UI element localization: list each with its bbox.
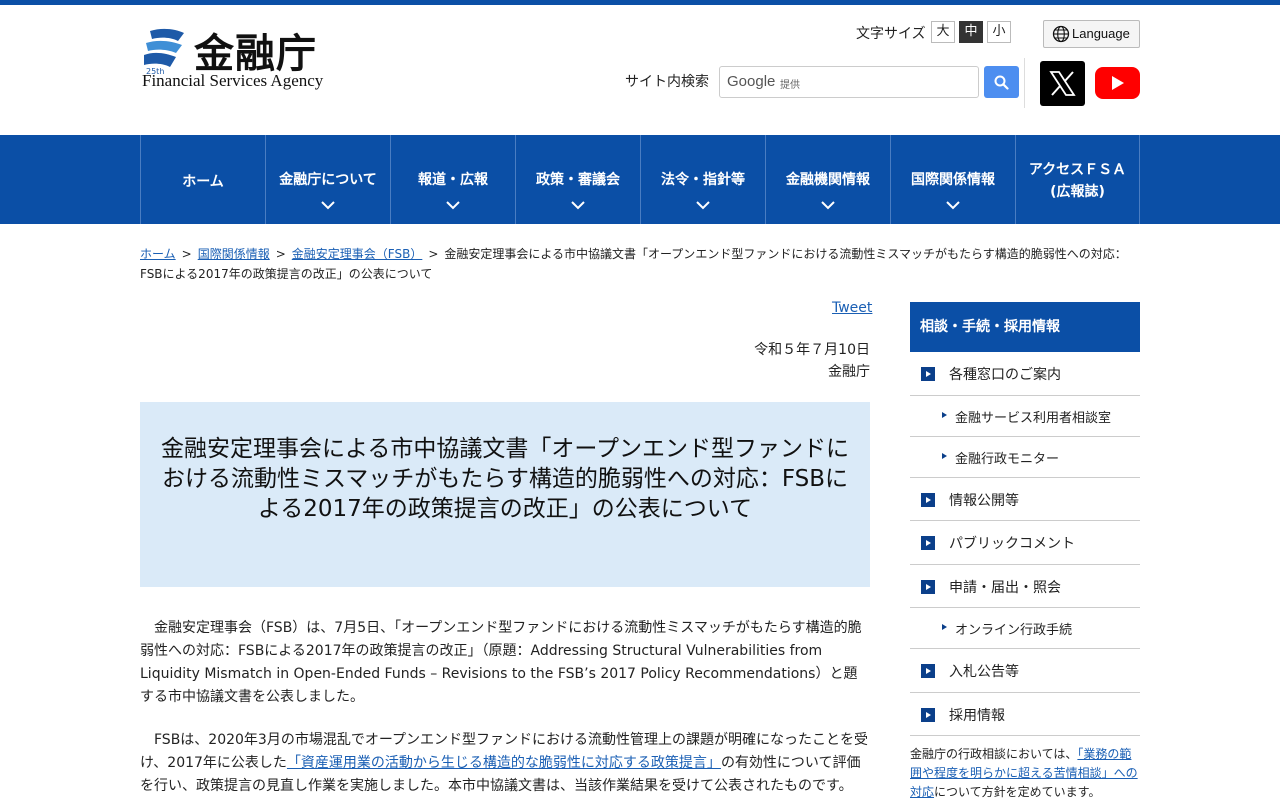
sidebar-note-text-b: について方針を定めています。: [934, 785, 1101, 799]
nav-international[interactable]: 国際関係情報: [890, 135, 1015, 224]
nav-laws-label: 法令・指針等: [661, 172, 745, 188]
nav-access-fsa-labels: アクセスＦＳＡ (広報誌): [1016, 159, 1139, 203]
nav-home[interactable]: ホーム: [140, 135, 265, 224]
tweet-link[interactable]: Tweet: [832, 300, 872, 316]
arrow-square-icon: [921, 536, 935, 550]
chevron-down-icon: [571, 201, 585, 210]
breadcrumb-separator: >: [275, 247, 286, 261]
chevron-down-icon: [946, 201, 960, 210]
breadcrumb-current: 金融安定理事会による市中協議文書「オープンエンド型ファンドにおける流動性ミスマッ…: [140, 247, 1127, 281]
sidebar-item-label: 各種窓口のご案内: [949, 367, 1061, 383]
nav-access-fsa-label: アクセスＦＳＡ: [1028, 162, 1127, 178]
sidebar-item-disclosure[interactable]: 情報公開等: [910, 478, 1140, 521]
nav-institutions-label: 金融機関情報: [786, 172, 870, 188]
arrow-square-icon: [921, 367, 935, 381]
publication-date: 令和５年７月10日: [754, 342, 870, 358]
triangle-right-icon: [942, 624, 947, 630]
sidebar-item-applications[interactable]: 申請・届出・照会: [910, 565, 1140, 608]
sidebar-subitem-label: 金融サービス利用者相談室: [955, 411, 1112, 426]
site-search-label: サイト内検索: [625, 74, 709, 90]
sidebar-item-label: 入札公告等: [949, 664, 1019, 680]
nav-press-label: 報道・広報: [418, 172, 488, 188]
sidebar-item-label: パブリックコメント: [949, 536, 1075, 552]
nav-press[interactable]: 報道・広報: [390, 135, 515, 224]
sidebar-heading: 相談・手続・採用情報: [910, 302, 1140, 352]
search-button[interactable]: [984, 66, 1019, 98]
nav-laws[interactable]: 法令・指針等: [640, 135, 765, 224]
arrow-square-icon: [921, 664, 935, 678]
fsa-emblem-icon: 25th: [144, 28, 184, 75]
breadcrumb-home-link[interactable]: ホーム: [140, 247, 176, 261]
font-size-medium-button[interactable]: 中: [959, 21, 983, 43]
header-divider: [1024, 58, 1025, 108]
sidebar-item-label: 情報公開等: [949, 493, 1019, 509]
sidebar-item-bidding[interactable]: 入札公告等: [910, 649, 1140, 693]
nav-policy-label: 政策・審議会: [536, 172, 620, 188]
breadcrumb-fsb-link[interactable]: 金融安定理事会（FSB）: [292, 247, 423, 261]
x-social-button[interactable]: [1040, 61, 1085, 106]
sidebar-note-text-a: 金融庁の行政相談においては、: [910, 747, 1078, 761]
sidebar-item-label: 採用情報: [949, 708, 1005, 724]
publication-issuer: 金融庁: [828, 364, 870, 380]
site-header: 25th 金融庁 Financial Services Agency 文字サイズ…: [0, 5, 1280, 135]
font-size-label: 文字サイズ: [856, 26, 926, 42]
breadcrumb-separator: >: [181, 247, 192, 261]
nav-home-label: ホーム: [182, 174, 224, 190]
policy-recommendations-link[interactable]: 「資産運用業の活動から生じる構造的な脆弱性に対応する政策提言」: [287, 755, 721, 771]
nav-about[interactable]: 金融庁について: [265, 135, 390, 224]
youtube-button[interactable]: [1095, 67, 1140, 99]
font-size-small-button[interactable]: 小: [987, 21, 1011, 43]
logo-english-text: Financial Services Agency: [142, 71, 324, 90]
sidebar-subitem-label: オンライン行政手続: [955, 623, 1073, 638]
arrow-square-icon: [921, 580, 935, 594]
breadcrumb-international-link[interactable]: 国際関係情報: [198, 247, 270, 261]
chevron-down-icon: [821, 201, 835, 210]
breadcrumb: ホーム > 国際関係情報 > 金融安定理事会（FSB） > 金融安定理事会による市中協議文書…: [140, 244, 1140, 284]
arrow-square-icon: [921, 493, 935, 507]
chevron-down-icon: [696, 201, 710, 210]
sidebar-subitem-label: 金融行政モニター: [955, 452, 1060, 467]
sidebar-item-recruitment[interactable]: 採用情報: [910, 693, 1140, 736]
chevron-down-icon: [321, 201, 335, 210]
language-button[interactable]: Language: [1043, 20, 1140, 48]
body-paragraph-1: 金融安定理事会（FSB）は、7月5日、「オープンエンド型ファンドにおける流動性ミ…: [140, 620, 862, 705]
search-icon: [994, 75, 1009, 90]
nav-access-fsa-sublabel: (広報誌): [1050, 184, 1105, 200]
sidebar-item-label: 申請・届出・照会: [949, 580, 1061, 596]
nav-institutions[interactable]: 金融機関情報: [765, 135, 890, 224]
sidebar-subitem-online-procedures[interactable]: オンライン行政手続: [910, 608, 1140, 649]
triangle-right-icon: [942, 412, 947, 418]
google-brand-text: Google: [727, 73, 776, 90]
nav-about-label: 金融庁について: [279, 172, 377, 188]
arrow-square-icon: [921, 708, 935, 722]
triangle-right-icon: [942, 453, 947, 459]
nav-access-fsa[interactable]: アクセスＦＳＡ (広報誌): [1015, 135, 1140, 224]
font-size-large-button[interactable]: 大: [931, 21, 955, 43]
sidebar-subitem-consumer-consultation[interactable]: 金融サービス利用者相談室: [910, 396, 1140, 437]
youtube-play-icon: [1112, 76, 1124, 90]
page-title: 金融安定理事会による市中協議文書「オープンエンド型ファンドにおける流動性ミスマッ…: [161, 436, 849, 522]
publication-meta: 令和５年７月10日 金融庁: [754, 339, 870, 383]
language-label: Language: [1072, 26, 1130, 41]
page-title-box: 金融安定理事会による市中協議文書「オープンエンド型ファンドにおける流動性ミスマッ…: [140, 402, 870, 587]
globe-icon: [1052, 25, 1070, 43]
sidebar-item-public-comment[interactable]: パブリックコメント: [910, 521, 1140, 565]
breadcrumb-separator: >: [428, 247, 439, 261]
sidebar-item-contact-windows[interactable]: 各種窓口のご案内: [910, 352, 1140, 396]
site-search-input[interactable]: Google 提供: [719, 66, 979, 98]
x-logo-icon: [1049, 71, 1076, 96]
chevron-down-icon: [446, 201, 460, 210]
google-provided-text: 提供: [780, 80, 800, 91]
nav-policy[interactable]: 政策・審議会: [515, 135, 640, 224]
site-logo[interactable]: 25th 金融庁 Financial Services Agency: [142, 25, 342, 95]
nav-international-label: 国際関係情報: [911, 172, 995, 188]
sidebar-note: 金融庁の行政相談においては、「業務の範囲や程度を明らかに超える苦情相談」への対応…: [910, 745, 1142, 800]
sidebar-subitem-admin-monitor[interactable]: 金融行政モニター: [910, 437, 1140, 478]
body-paragraph-2: FSBは、2020年3月の市場混乱でオープンエンド型ファンドにおける流動性管理上…: [140, 729, 870, 798]
global-nav: ホーム 金融庁について 報道・広報 政策・審議会 法令・指針等 金融機関情報 国…: [0, 135, 1280, 224]
